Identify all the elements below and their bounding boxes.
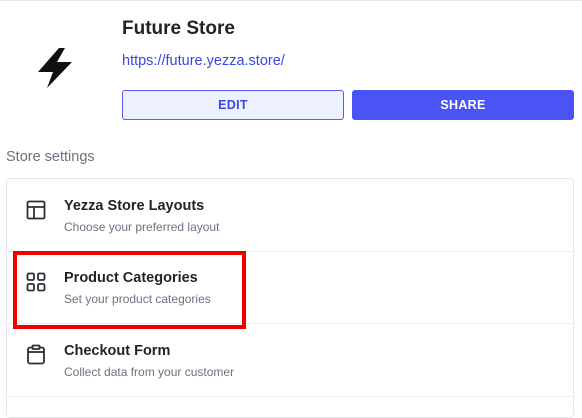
clipboard-icon	[25, 344, 47, 366]
settings-item-layouts[interactable]: Yezza Store Layouts Choose your preferre…	[7, 179, 573, 252]
section-title: Store settings	[6, 149, 95, 165]
settings-item-title: Checkout Form	[64, 343, 171, 359]
lightning-bolt-icon	[34, 46, 78, 90]
settings-item-description: Choose your preferred layout	[64, 220, 220, 234]
settings-item-description: Collect data from your customer	[64, 365, 235, 379]
edit-button[interactable]: EDIT	[122, 90, 344, 120]
share-button[interactable]: SHARE	[352, 90, 574, 120]
highlight-box	[13, 251, 246, 329]
top-divider	[0, 0, 582, 1]
store-name: Future Store	[122, 18, 235, 39]
settings-item-checkout-form[interactable]: Checkout Form Collect data from your cus…	[7, 324, 573, 397]
settings-item-title: Yezza Store Layouts	[64, 198, 205, 214]
layout-icon	[25, 199, 47, 221]
store-url-link[interactable]: https://future.yezza.store/	[122, 53, 285, 69]
